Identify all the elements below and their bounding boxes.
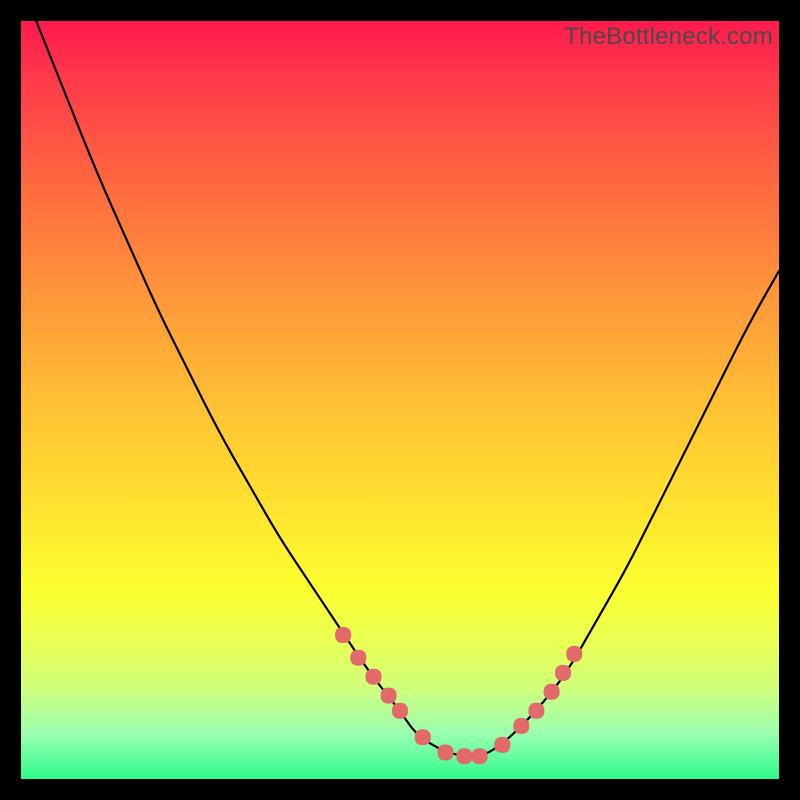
bottleneck-curve [36,21,779,756]
marker-dot [392,703,408,719]
chart-area: TheBottleneck.com [21,21,779,779]
marker-dot [350,650,366,666]
marker-dots [335,627,582,764]
marker-dot [366,669,382,685]
marker-dot [415,729,431,745]
plot-svg [21,21,779,779]
marker-dot [381,688,397,704]
marker-dot [335,627,351,643]
marker-dot [513,718,529,734]
marker-dot [566,646,582,662]
marker-dot [555,665,571,681]
marker-dot [472,748,488,764]
marker-dot [438,745,454,761]
marker-dot [544,684,560,700]
marker-dot [456,748,472,764]
marker-dot [528,703,544,719]
marker-dot [494,737,510,753]
